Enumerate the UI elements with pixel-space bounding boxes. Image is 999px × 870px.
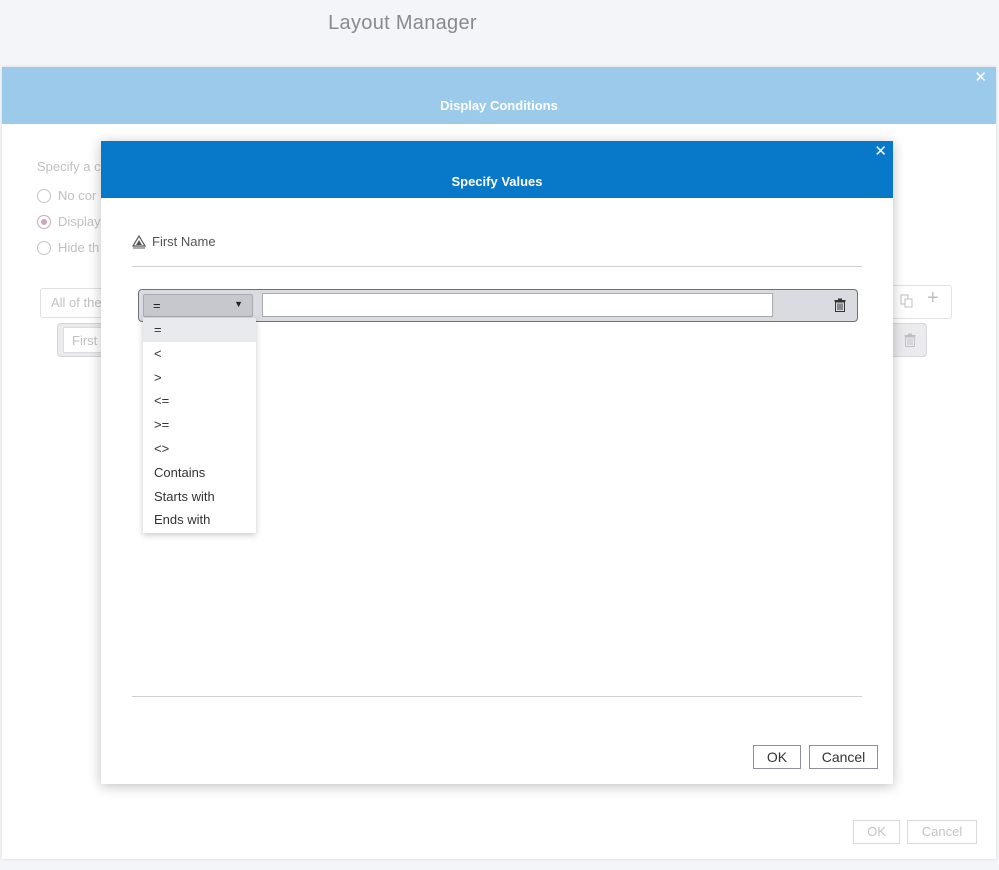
operator-option[interactable]: >: [143, 366, 256, 390]
operator-dropdown-list: = < > <= >= <> Contains Starts with Ends…: [143, 318, 256, 533]
specify-values-header: Specify Values ✕: [101, 141, 893, 198]
radio-circle[interactable]: [37, 240, 51, 255]
specify-values-ok-button[interactable]: OK: [753, 745, 801, 769]
specify-condition-label: Specify a c: [37, 159, 101, 174]
radio-no-condition[interactable]: No cor: [37, 188, 96, 203]
operator-option[interactable]: <>: [143, 437, 256, 461]
radio-label: No cor: [58, 188, 97, 203]
display-conditions-header: Display Conditions ✕: [2, 67, 996, 124]
display-conditions-cancel-button[interactable]: Cancel: [907, 820, 977, 844]
operator-option[interactable]: <: [143, 342, 256, 366]
radio-label: Display: [58, 214, 101, 229]
radio-label: Hide th: [58, 240, 100, 255]
top-divider: [132, 266, 862, 267]
specify-values-close-icon[interactable]: ✕: [874, 144, 887, 160]
operator-select[interactable]: = ▼: [143, 294, 253, 317]
operator-select-value: =: [153, 298, 161, 313]
layout-manager-title: Layout Manager: [328, 12, 477, 34]
operator-option[interactable]: >=: [143, 413, 256, 437]
plus-icon[interactable]: +: [927, 288, 939, 308]
radio-hide[interactable]: Hide th: [37, 240, 99, 255]
trash-icon[interactable]: [834, 298, 846, 312]
operator-option[interactable]: Starts with: [143, 485, 256, 509]
display-conditions-ok-button[interactable]: OK: [853, 820, 900, 844]
specify-values-title: Specify Values: [451, 174, 543, 189]
operator-option[interactable]: Contains: [143, 461, 256, 485]
bottom-divider: [132, 696, 862, 697]
value-input[interactable]: [262, 293, 773, 317]
data-item-icon: [132, 234, 146, 248]
copy-icon[interactable]: [900, 294, 914, 308]
field-label-row: First Name: [132, 234, 216, 249]
specify-values-dialog: Specify Values ✕ First Name = ▼ = < > <=…: [101, 141, 893, 784]
operator-option[interactable]: Ends with: [143, 508, 256, 532]
display-conditions-close-icon[interactable]: ✕: [974, 70, 987, 86]
trash-icon[interactable]: [904, 333, 916, 347]
operator-option[interactable]: =: [143, 318, 256, 342]
radio-display[interactable]: Display: [37, 214, 101, 229]
specify-values-cancel-button[interactable]: Cancel: [809, 745, 878, 769]
display-conditions-title: Display Conditions: [440, 98, 558, 113]
operator-option[interactable]: <=: [143, 389, 256, 413]
radio-circle[interactable]: [37, 188, 51, 203]
field-name: First Name: [152, 234, 216, 249]
radio-circle[interactable]: [37, 214, 51, 229]
chevron-down-icon: ▼: [234, 299, 243, 309]
